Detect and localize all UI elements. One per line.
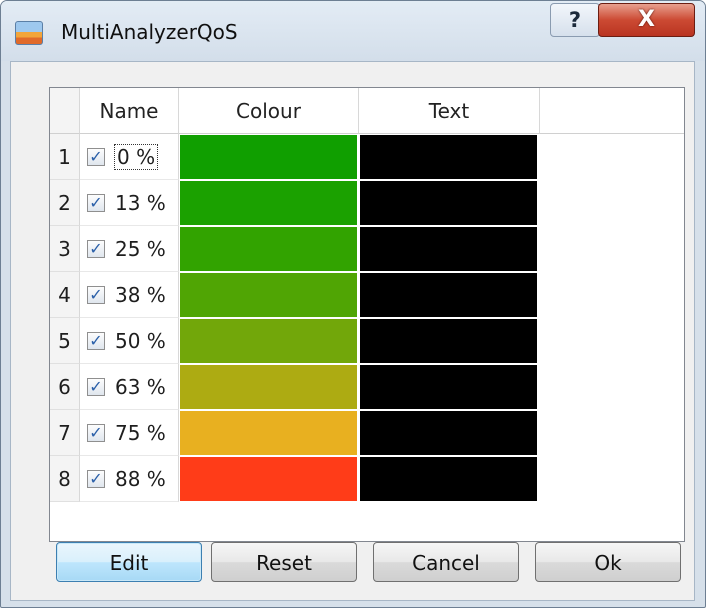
name-cell[interactable]: ✓ 63 % — [80, 364, 179, 410]
threshold-label: 88 % — [115, 467, 166, 491]
name-cell[interactable]: ✓ 25 % — [80, 226, 179, 272]
reset-button[interactable]: Reset — [211, 542, 357, 582]
background-colour-swatch[interactable] — [180, 273, 357, 317]
table-header: Name Colour Text — [50, 88, 684, 134]
edit-button[interactable]: Edit — [56, 542, 202, 582]
table-row[interactable]: 7 ✓ 75 % — [50, 410, 684, 456]
close-button[interactable]: X — [598, 3, 695, 37]
table-row[interactable]: 6 ✓ 63 % — [50, 364, 684, 410]
threshold-label: 50 % — [115, 329, 166, 353]
background-colour-swatch[interactable] — [180, 365, 357, 409]
column-header-filler — [540, 88, 684, 134]
dialog-client-area: Name Colour Text 1 ✓ 0 % 2 ✓ 13 % 3 ✓ 25 % 4 ✓ 38 %… — [10, 61, 695, 601]
header-corner[interactable] — [50, 88, 80, 134]
threshold-label: 38 % — [115, 283, 166, 307]
name-cell[interactable]: ✓ 13 % — [80, 180, 179, 226]
help-button[interactable]: ? — [550, 3, 600, 37]
close-icon: X — [638, 7, 655, 32]
row-header[interactable]: 4 — [50, 272, 80, 318]
name-cell[interactable]: ✓ 38 % — [80, 272, 179, 318]
row-header[interactable]: 5 — [50, 318, 80, 364]
background-colour-swatch[interactable] — [180, 411, 357, 455]
threshold-label: 75 % — [115, 421, 166, 445]
app-chart-icon — [15, 21, 43, 45]
enable-checkbox[interactable]: ✓ — [87, 378, 105, 396]
table-row[interactable]: 8 ✓ 88 % — [50, 456, 684, 502]
text-colour-swatch[interactable] — [360, 457, 537, 501]
row-header[interactable]: 7 — [50, 410, 80, 456]
table-row[interactable]: 5 ✓ 50 % — [50, 318, 684, 364]
background-colour-swatch[interactable] — [180, 457, 357, 501]
name-cell[interactable]: ✓ 88 % — [80, 456, 179, 502]
name-cell[interactable]: ✓ 50 % — [80, 318, 179, 364]
enable-checkbox[interactable]: ✓ — [87, 332, 105, 350]
background-colour-swatch[interactable] — [180, 319, 357, 363]
text-colour-swatch[interactable] — [360, 273, 537, 317]
enable-checkbox[interactable]: ✓ — [87, 240, 105, 258]
text-colour-swatch[interactable] — [360, 181, 537, 225]
row-header[interactable]: 2 — [50, 180, 80, 226]
column-header-colour[interactable]: Colour — [179, 88, 359, 134]
dialog-window: MultiAnalyzerQoS ? X Name Colour Text 1 ✓… — [0, 0, 706, 608]
column-header-text[interactable]: Text — [359, 88, 540, 134]
enable-checkbox[interactable]: ✓ — [87, 286, 105, 304]
name-cell[interactable]: ✓ 75 % — [80, 410, 179, 456]
qos-colour-table[interactable]: Name Colour Text 1 ✓ 0 % 2 ✓ 13 % 3 ✓ 25 % 4 ✓ 38 %… — [49, 87, 685, 542]
table-row[interactable]: 4 ✓ 38 % — [50, 272, 684, 318]
table-row[interactable]: 2 ✓ 13 % — [50, 180, 684, 226]
table-row[interactable]: 1 ✓ 0 % — [50, 134, 684, 180]
cancel-button[interactable]: Cancel — [373, 542, 519, 582]
row-header[interactable]: 3 — [50, 226, 80, 272]
text-colour-swatch[interactable] — [360, 227, 537, 271]
ok-button[interactable]: Ok — [535, 542, 681, 582]
threshold-label: 13 % — [115, 191, 166, 215]
text-colour-swatch[interactable] — [360, 319, 537, 363]
enable-checkbox[interactable]: ✓ — [87, 148, 105, 166]
threshold-label: 25 % — [115, 237, 166, 261]
row-header[interactable]: 8 — [50, 456, 80, 502]
enable-checkbox[interactable]: ✓ — [87, 470, 105, 488]
text-colour-swatch[interactable] — [360, 135, 537, 179]
threshold-label: 63 % — [115, 375, 166, 399]
row-header[interactable]: 1 — [50, 134, 80, 180]
enable-checkbox[interactable]: ✓ — [87, 194, 105, 212]
background-colour-swatch[interactable] — [180, 135, 357, 179]
text-colour-swatch[interactable] — [360, 365, 537, 409]
text-colour-swatch[interactable] — [360, 411, 537, 455]
window-title: MultiAnalyzerQoS — [61, 20, 238, 44]
threshold-label: 0 % — [113, 144, 159, 170]
enable-checkbox[interactable]: ✓ — [87, 424, 105, 442]
column-header-name[interactable]: Name — [80, 88, 179, 134]
background-colour-swatch[interactable] — [180, 181, 357, 225]
name-cell[interactable]: ✓ 0 % — [80, 134, 179, 180]
table-row[interactable]: 3 ✓ 25 % — [50, 226, 684, 272]
row-header[interactable]: 6 — [50, 364, 80, 410]
background-colour-swatch[interactable] — [180, 227, 357, 271]
title-bar[interactable]: MultiAnalyzerQoS ? X — [1, 1, 705, 61]
